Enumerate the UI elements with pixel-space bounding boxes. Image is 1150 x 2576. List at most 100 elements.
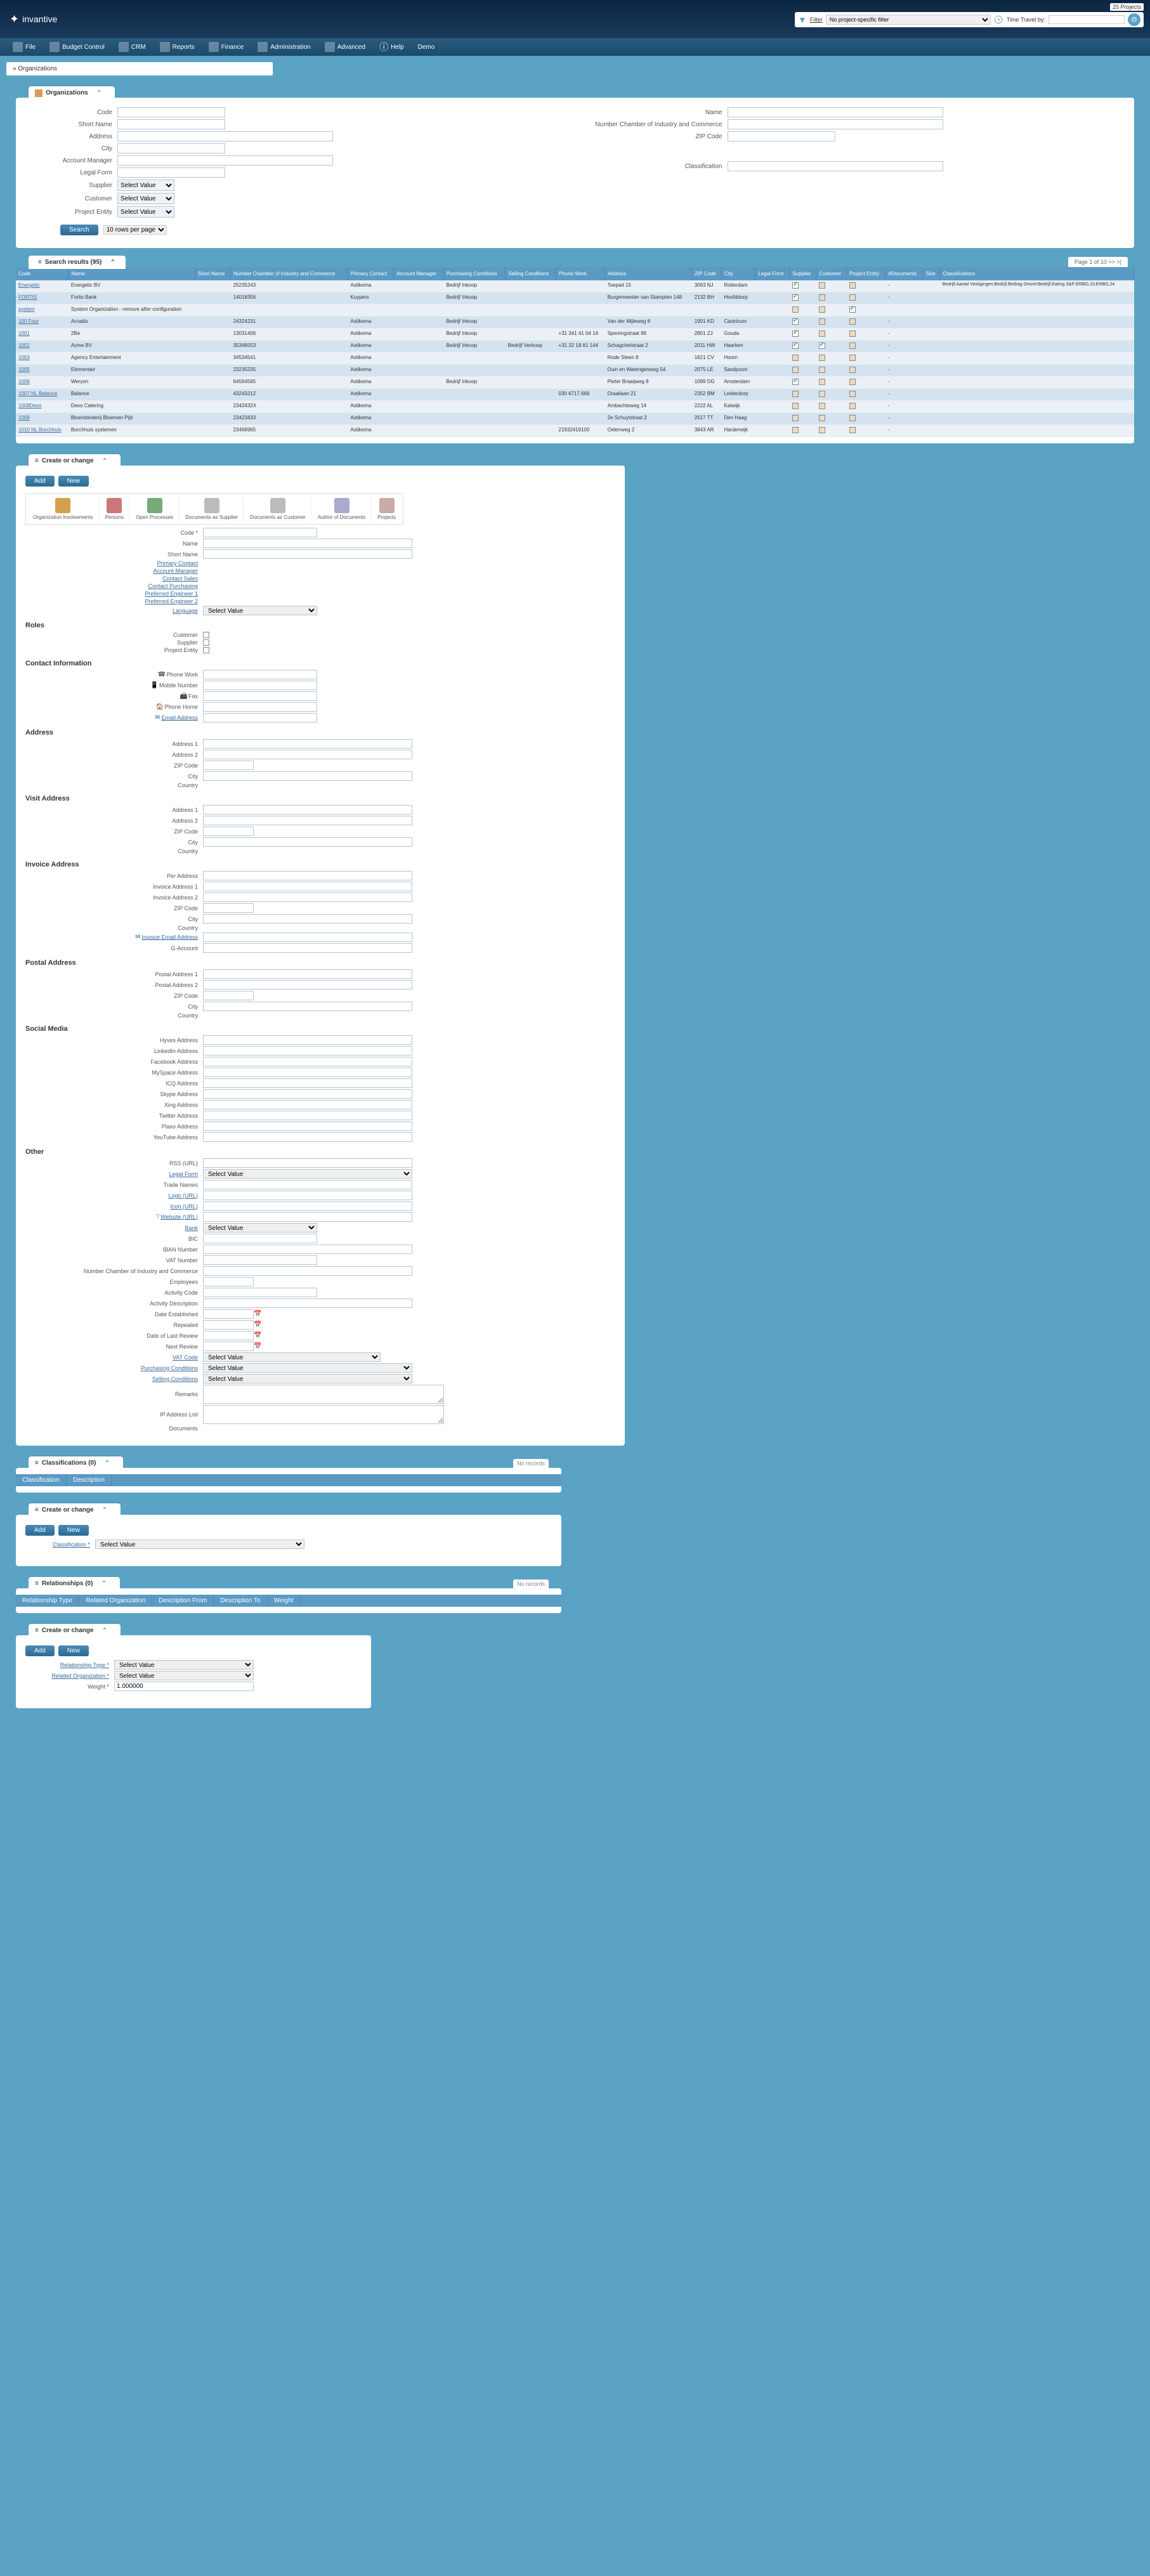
tool-involvements[interactable]: Organization Involvements bbox=[28, 496, 99, 522]
code-link[interactable]: 1008Devo bbox=[18, 403, 41, 409]
select-rel-type[interactable]: Select Value bbox=[114, 1660, 254, 1670]
label-rel-type[interactable]: Relationship Type * bbox=[19, 1662, 114, 1668]
input-fax[interactable] bbox=[203, 691, 317, 701]
input-date-rev[interactable] bbox=[203, 1331, 254, 1340]
collapse-icon[interactable]: ⌃ bbox=[102, 1506, 108, 1514]
input-facebook[interactable] bbox=[203, 1057, 412, 1066]
input-icon[interactable] bbox=[203, 1201, 412, 1211]
input-phone-work[interactable] bbox=[203, 670, 317, 679]
input-ip[interactable] bbox=[203, 1405, 444, 1424]
code-link[interactable]: 1003 bbox=[18, 355, 30, 360]
label-d-lang[interactable]: Language bbox=[25, 608, 203, 614]
input-i-addr1[interactable] bbox=[203, 882, 412, 891]
input-hyves[interactable] bbox=[203, 1035, 412, 1045]
input-logo[interactable] bbox=[203, 1191, 412, 1200]
col-header[interactable]: Purchasing Conditions bbox=[443, 267, 505, 280]
table-row[interactable]: 100 FourArcadis24324231AstikemaBedrijf I… bbox=[16, 317, 1134, 329]
check-entity[interactable] bbox=[203, 647, 209, 653]
input-class[interactable] bbox=[728, 161, 943, 171]
input-city[interactable] bbox=[117, 143, 225, 154]
col-classification[interactable]: Classification bbox=[16, 1474, 67, 1486]
calendar-icon[interactable]: 📅 bbox=[254, 1321, 261, 1328]
input-v-addr1[interactable] bbox=[203, 805, 412, 814]
tool-persons[interactable]: Persons bbox=[100, 496, 129, 522]
collapse-icon[interactable]: ⌃ bbox=[101, 1579, 107, 1588]
tool-docs-supplier[interactable]: Documents as Supplier bbox=[180, 496, 244, 522]
code-link[interactable]: 1006 bbox=[18, 379, 30, 384]
input-trade[interactable] bbox=[203, 1180, 412, 1189]
table-row[interactable]: EnergeticEnergetic BV25235243AstikemaBed… bbox=[16, 280, 1134, 292]
input-actdesc[interactable] bbox=[203, 1298, 412, 1308]
label-d-mgr[interactable]: Account Manager bbox=[25, 568, 203, 574]
col-rel-org[interactable]: Related Organization bbox=[79, 1595, 152, 1607]
menu-advanced[interactable]: Advanced bbox=[318, 39, 372, 55]
input-email[interactable] bbox=[203, 713, 317, 722]
check-customer[interactable] bbox=[203, 632, 209, 638]
tool-processes[interactable]: Open Processes bbox=[131, 496, 179, 522]
table-row[interactable]: 1009Bloembinderij Bloemen Pijtl23423433A… bbox=[16, 413, 1134, 425]
input-d-short[interactable] bbox=[203, 549, 412, 559]
input-inv-email[interactable] bbox=[203, 932, 412, 942]
input-remarks[interactable] bbox=[203, 1385, 444, 1404]
select-bank[interactable]: Select Value bbox=[203, 1223, 317, 1232]
col-header[interactable]: Legal Form bbox=[755, 267, 790, 280]
col-description[interactable]: Description bbox=[67, 1474, 112, 1486]
menu-help[interactable]: ⓘHelp bbox=[373, 38, 410, 56]
time-travel-input[interactable] bbox=[1049, 15, 1125, 24]
input-phone-home[interactable] bbox=[203, 702, 317, 712]
select-legal-form[interactable]: Select Value bbox=[203, 1169, 412, 1179]
label-logo[interactable]: Logo (URL) bbox=[25, 1193, 203, 1199]
input-chamber[interactable] bbox=[728, 119, 943, 129]
calendar-icon[interactable]: 📅 bbox=[254, 1311, 261, 1317]
col-desc-to[interactable]: Description To bbox=[214, 1595, 267, 1607]
code-link[interactable]: system bbox=[18, 306, 34, 312]
col-header[interactable]: Size bbox=[923, 267, 940, 280]
col-header[interactable]: Project Entity bbox=[847, 267, 885, 280]
label-sell-cond[interactable]: Selling Conditions bbox=[25, 1376, 203, 1382]
input-v-zip[interactable] bbox=[203, 827, 254, 836]
label-email[interactable]: ✉Email Address bbox=[25, 714, 203, 722]
menu-admin[interactable]: Administration bbox=[251, 39, 317, 55]
input-i-zip[interactable] bbox=[203, 903, 254, 913]
code-link[interactable]: 1007 NL Balance bbox=[18, 391, 57, 396]
input-website[interactable] bbox=[203, 1212, 412, 1222]
new-button[interactable]: New bbox=[58, 476, 89, 487]
col-header[interactable]: Code bbox=[16, 267, 69, 280]
col-header[interactable]: #Documents bbox=[885, 267, 923, 280]
tool-projects[interactable]: Projects bbox=[372, 496, 401, 522]
breadcrumb-item[interactable]: Organizations bbox=[18, 65, 57, 72]
tool-docs-customer[interactable]: Documents as Customer bbox=[245, 496, 311, 522]
rows-per-page[interactable]: 10 rows per page bbox=[103, 225, 167, 235]
label-website[interactable]: ?Website (URL) bbox=[25, 1213, 203, 1221]
input-mobile[interactable] bbox=[203, 681, 317, 690]
input-p-addr2[interactable] bbox=[203, 980, 412, 990]
input-per-addr[interactable] bbox=[203, 871, 412, 880]
input-skype[interactable] bbox=[203, 1089, 412, 1099]
label-bank[interactable]: Bank bbox=[25, 1225, 203, 1231]
input-p-addr1[interactable] bbox=[203, 969, 412, 979]
input-d-code[interactable] bbox=[203, 528, 317, 537]
collapse-icon[interactable]: ⌃ bbox=[96, 89, 102, 97]
code-link[interactable]: 100 Four bbox=[18, 318, 39, 324]
input-acct-mgr[interactable] bbox=[117, 155, 333, 166]
input-addr1[interactable] bbox=[203, 739, 412, 749]
collapse-icon[interactable]: ⌃ bbox=[110, 258, 115, 266]
new-button[interactable]: New bbox=[58, 1645, 89, 1656]
input-plaxo[interactable] bbox=[203, 1121, 412, 1131]
menu-reports[interactable]: Reports bbox=[154, 39, 201, 55]
search-button[interactable]: Search bbox=[60, 225, 98, 235]
new-button[interactable]: New bbox=[58, 1525, 89, 1536]
col-header[interactable]: Selling Conditions bbox=[506, 267, 556, 280]
col-header[interactable]: Customer bbox=[816, 267, 847, 280]
input-chamber2[interactable] bbox=[203, 1266, 412, 1276]
input-p-city[interactable] bbox=[203, 1002, 412, 1011]
input-twitter[interactable] bbox=[203, 1111, 412, 1120]
select-entity[interactable]: Select Value bbox=[117, 206, 174, 218]
col-header[interactable]: Classifications bbox=[940, 267, 1134, 280]
menu-file[interactable]: File bbox=[6, 39, 42, 55]
funnel-icon[interactable]: ▼ bbox=[798, 15, 807, 25]
input-date-est[interactable] bbox=[203, 1309, 254, 1319]
input-p-zip[interactable] bbox=[203, 991, 254, 1000]
filter-label[interactable]: Filter bbox=[810, 16, 823, 23]
table-row[interactable]: 1007 NL BalanceBalance43243212Astikema03… bbox=[16, 389, 1134, 401]
